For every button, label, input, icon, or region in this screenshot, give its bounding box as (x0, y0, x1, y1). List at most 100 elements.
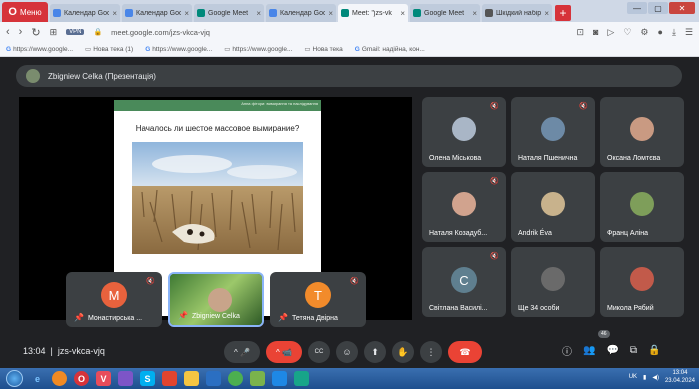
microphone-button[interactable]: ^ 🎤 (224, 341, 260, 363)
play-icon[interactable]: ▷ (607, 27, 614, 38)
extensions-icon[interactable]: ⚙ (640, 27, 648, 38)
tab-close-icon[interactable]: × (112, 9, 117, 18)
pin-icon[interactable]: 📌 (278, 313, 288, 322)
end-call-button[interactable]: ☎ (448, 341, 482, 363)
pin-icon[interactable]: 📌 (74, 313, 84, 322)
pin-icon[interactable]: 📌 (178, 311, 188, 320)
start-button[interactable] (6, 370, 23, 387)
bookmark-item[interactable]: ▭ Нова тека (1) (85, 45, 134, 54)
avatar (452, 192, 476, 216)
browser-tab[interactable]: Meet: "jzs-vk × (338, 4, 408, 22)
bookmark-item[interactable]: ▭ Нова тека (304, 45, 342, 54)
meet-controls-bar: 13:04 | jzs-vkca-vjq ^ 🎤 ^ 📹 CC ☺ ⬆ ✋ ⋮ … (0, 330, 699, 367)
new-tab-button[interactable]: + (555, 5, 571, 21)
close-window-button[interactable]: ✕ (669, 2, 695, 14)
present-button[interactable]: ⬆ (364, 341, 386, 363)
participant-tile[interactable]: Оксана Ломтєва (600, 97, 684, 167)
bookmark-item[interactable]: ▭ https://www.google... (224, 45, 293, 54)
info-icon[interactable]: ⓘ (562, 343, 572, 358)
participant-tile[interactable]: Ще 34 особи (511, 247, 595, 317)
chat-icon[interactable]: 💬 (606, 345, 618, 356)
camera-button[interactable]: ^ 📹 (266, 341, 302, 363)
tab-close-icon[interactable]: × (328, 9, 333, 18)
account-icon[interactable]: ● (658, 27, 663, 38)
tab-close-icon[interactable]: × (544, 9, 549, 18)
meet-area: Zbigniew Celka (Презентація) Анна фітори… (0, 57, 699, 368)
participant-tile[interactable]: Микола Рябий (600, 247, 684, 317)
host-controls-icon[interactable]: 🔒 (648, 345, 660, 356)
reload-icon[interactable]: ↻ (31, 26, 40, 39)
participant-tile[interactable]: 🔇 Наталя Пшенична (511, 97, 595, 167)
paint-icon[interactable] (250, 371, 265, 386)
browser-tab[interactable]: Календар Goog× (50, 4, 120, 22)
folder-icon[interactable] (184, 371, 199, 386)
more-options-button[interactable]: ⋮ (420, 341, 442, 363)
participant-tile[interactable]: T 🔇 📌 Тетяна Двірна (270, 272, 366, 327)
people-icon[interactable]: 👥 (583, 345, 595, 356)
opera-icon[interactable]: O (74, 371, 89, 386)
back-icon[interactable]: ‹ (6, 26, 10, 38)
raise-hand-button[interactable]: ✋ (392, 341, 414, 363)
cast-icon[interactable]: ⊡ (576, 27, 584, 38)
bookmark-item[interactable]: Ghttps://www.google... (145, 46, 212, 53)
browser-tab[interactable]: Календар Goog× (122, 4, 192, 22)
tab-favicon-icon (53, 9, 61, 17)
ie-icon[interactable]: e (30, 371, 45, 386)
viber-icon[interactable] (118, 371, 133, 386)
activities-icon[interactable]: ⧉ (630, 345, 637, 356)
firefox-icon[interactable] (52, 371, 67, 386)
tab-close-icon[interactable]: × (472, 9, 477, 18)
tab-close-icon[interactable]: × (184, 9, 189, 18)
bookmark-item[interactable]: G Gmail: надійна, кон... (355, 46, 425, 53)
media-icon[interactable] (206, 371, 221, 386)
vivaldi-icon[interactable]: V (96, 371, 111, 386)
chrome-icon[interactable] (228, 371, 243, 386)
mic-off-icon: 🔇 (350, 278, 359, 285)
clock[interactable]: 13:04 23.04.2024 (665, 369, 695, 385)
browser-tab[interactable]: Google Meet × (194, 4, 264, 22)
maximize-button[interactable]: ▢ (648, 2, 668, 14)
browser-tab[interactable]: Шкідкий набір × (482, 4, 552, 22)
browser-tab[interactable]: Google Meet × (410, 4, 480, 22)
vpn-badge[interactable]: VPN (66, 29, 85, 35)
skype-icon[interactable]: S (140, 371, 155, 386)
tab-close-icon[interactable]: × (400, 9, 405, 18)
google-icon: G (354, 45, 360, 53)
minimize-button[interactable]: — (627, 2, 647, 14)
bookmark-label: Нова тека (1) (93, 45, 134, 53)
speed-dial-icon[interactable]: ⊞ (50, 27, 58, 38)
captions-button[interactable]: CC (308, 341, 330, 363)
bookmark-label: https://www.google... (232, 45, 293, 53)
presenter-bar: Zbigniew Celka (Презентація) (16, 65, 682, 87)
slide-title: Началось ли шестое массовое вымирание? (135, 124, 300, 133)
tab-close-icon[interactable]: × (256, 9, 261, 18)
easy-setup-icon[interactable]: ☰ (685, 27, 693, 38)
heart-icon[interactable]: ♡ (623, 27, 631, 38)
clock-date: 23.04.2024 (664, 378, 695, 384)
bookmark-item[interactable]: Ghttps://www.google... (6, 46, 73, 53)
participant-tile[interactable]: 🔇 Олена Міськова (422, 97, 506, 167)
opera-menu-button[interactable]: O Меню (2, 2, 48, 22)
camera-icon[interactable]: ◙ (593, 27, 598, 38)
app-icon[interactable] (162, 371, 177, 386)
forward-icon[interactable]: › (19, 26, 23, 38)
avatar (452, 117, 476, 141)
edge-icon[interactable] (272, 371, 287, 386)
browser-tab[interactable]: Календар Goog× (266, 4, 336, 22)
meeting-code: jzs-vkca-vjq (57, 346, 105, 356)
download-icon[interactable]: ⤓ (672, 27, 676, 38)
participant-tile[interactable]: M 🔇 📌 Монастирська ... (66, 272, 162, 327)
participant-tile[interactable]: 🔇 Наталя Козадуб... (422, 172, 506, 242)
participant-tile[interactable]: Франц Аліна (600, 172, 684, 242)
url-field[interactable]: meet.google.com/jzs-vkca-vjq (111, 28, 210, 37)
emoji-button[interactable]: ☺ (336, 341, 358, 363)
participant-tile[interactable]: Andrik Éva (511, 172, 595, 242)
network-icon[interactable]: ▮ (643, 374, 646, 381)
volume-icon[interactable]: ◀) (652, 374, 659, 381)
lock-icon: 🔒 (93, 29, 103, 36)
participant-tile[interactable]: C 🔇 Світлана Василі... (422, 247, 506, 317)
app2-icon[interactable] (294, 371, 309, 386)
language-indicator[interactable]: UK (629, 374, 637, 380)
participant-tile[interactable]: 📌 Zbigniew Celka (168, 272, 264, 327)
tab-favicon-icon (269, 9, 277, 17)
